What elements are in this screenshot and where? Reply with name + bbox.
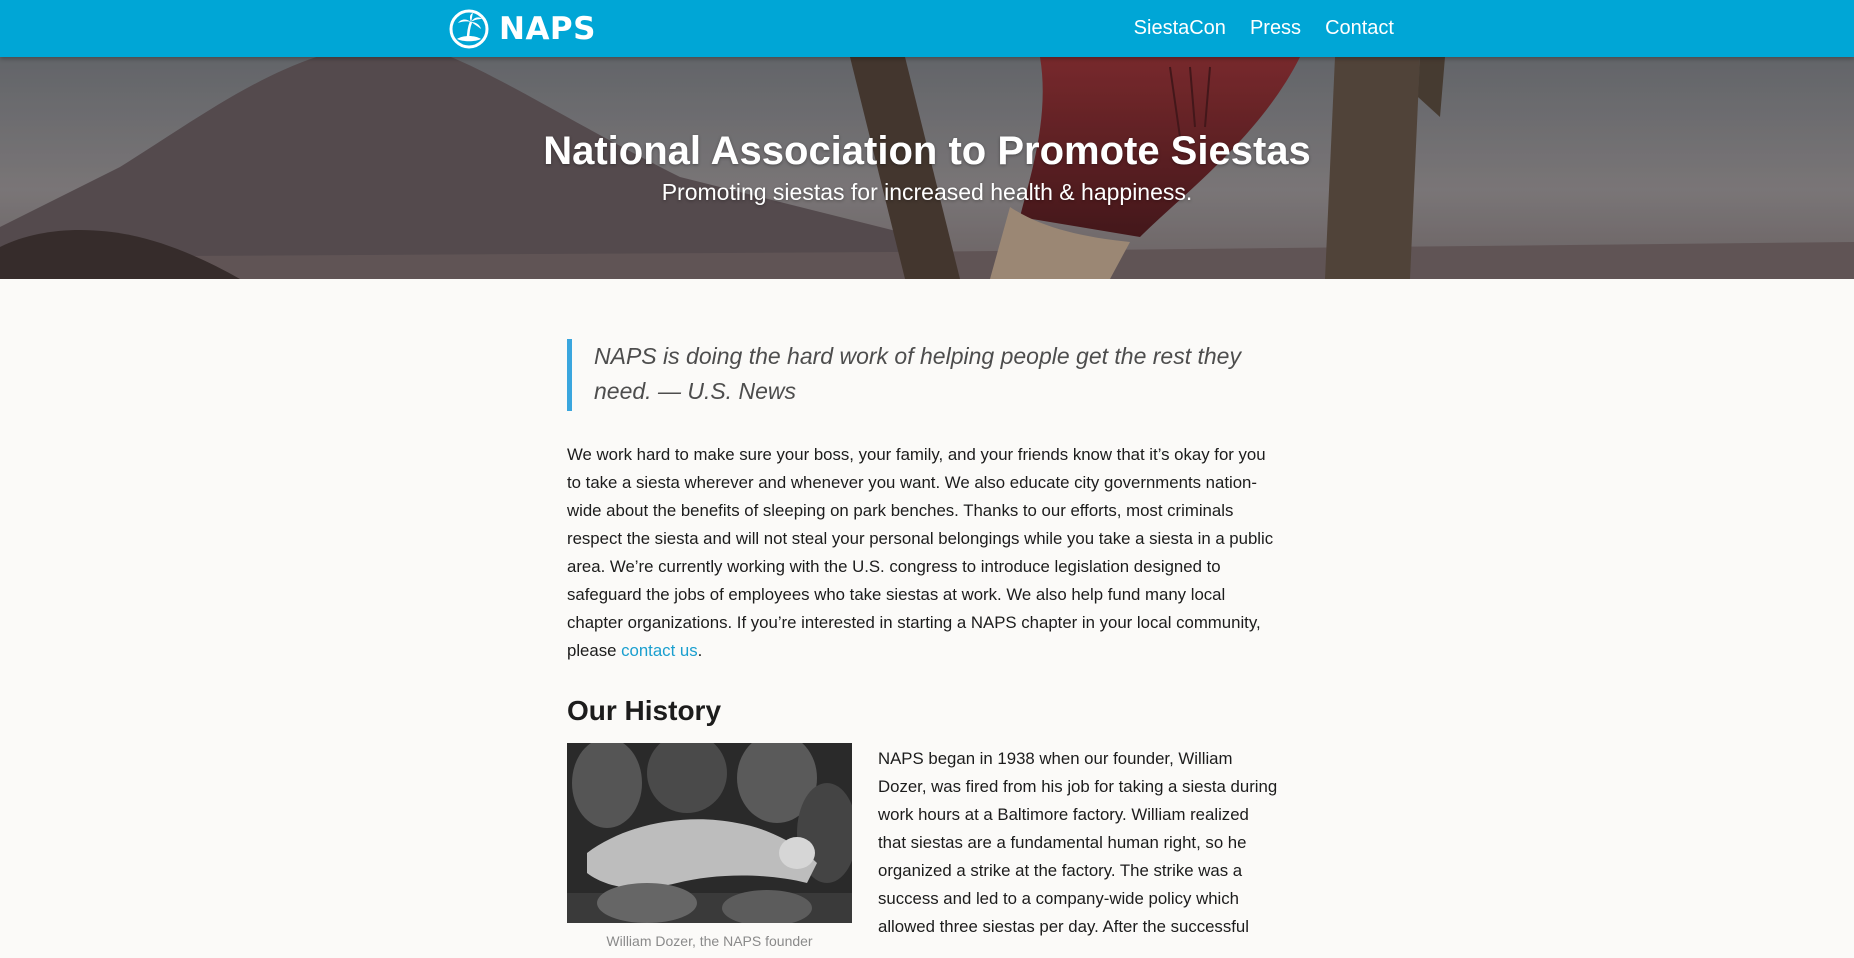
intro-text: We work hard to make sure your boss, you… [567,445,1274,660]
hero-subtitle: Promoting siestas for increased health &… [661,179,1193,205]
hero-banner: National Association to Promote Siestas … [0,57,1854,279]
nav-link-siestacon[interactable]: SiestaCon [1134,17,1226,40]
hero-title: National Association to Promote Siestas [543,129,1311,173]
nav-link-press[interactable]: Press [1250,17,1301,40]
founder-photo [567,743,852,923]
photo-caption: William Dozer, the NAPS founder [606,933,813,949]
navbar: NAPS SiestaCon Press Contact [0,0,1854,57]
intro-paragraph: We work hard to make sure your boss, you… [567,441,1279,665]
history-heading: Our History [567,695,722,726]
nav-links: SiestaCon Press Contact [1134,0,1394,57]
intro-end: . [697,641,703,660]
brand-link[interactable]: NAPS [449,5,596,53]
history-section: William Dozer, the NAPS founder NAPS beg… [567,743,1279,949]
palm-island-logo-icon [449,9,489,49]
main-content: NAPS is doing the hard work of helping p… [567,279,1279,958]
nav-link-contact[interactable]: Contact [1325,17,1394,40]
contact-us-link[interactable]: contact us [621,641,698,660]
history-paragraph: NAPS began in 1938 when our founder, Wil… [878,749,1278,936]
brand-name: NAPS [499,11,596,47]
press-quote: NAPS is doing the hard work of helping p… [567,339,1279,411]
